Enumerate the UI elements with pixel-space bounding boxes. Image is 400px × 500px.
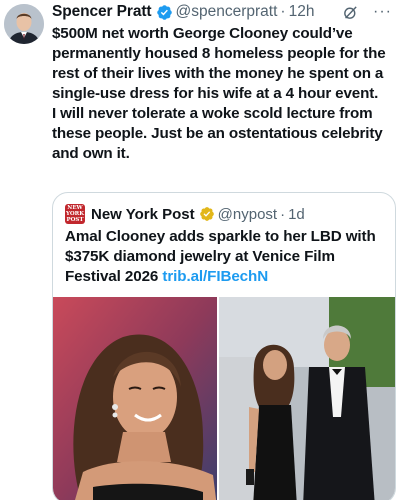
more-icon[interactable]: ···	[373, 4, 392, 20]
quoted-tweet-time[interactable]: 1d	[288, 206, 305, 223]
quoted-tweet-header: NEW YORK POST New York Post @nypost · 1d	[65, 203, 385, 225]
grok-icon[interactable]	[342, 4, 359, 21]
tweet-text-line: I will never tolerate a woke scold lectu…	[52, 105, 383, 162]
photo-portrait[interactable]	[53, 297, 217, 500]
tweet-text: $500M net worth George Clooney could’ve …	[52, 24, 396, 164]
separator-dot: ·	[280, 205, 286, 223]
separator-dot: ·	[280, 3, 286, 20]
quoted-tweet-text: Amal Clooney adds sparkle to her LBD wit…	[65, 227, 387, 287]
nypost-logo: NEW YORK POST	[65, 204, 85, 224]
tweet[interactable]: Spencer Pratt @spencerpratt · 12h ··· $5…	[0, 0, 400, 500]
quoted-author-handle[interactable]: @nypost	[218, 206, 277, 223]
article-link[interactable]: trib.al/FIBechN	[162, 268, 268, 285]
verified-badge-icon	[199, 207, 214, 221]
tweet-header: Spencer Pratt @spencerpratt · 12h ···	[52, 0, 392, 24]
tweet-text-line: $500M net worth George Clooney could’ve …	[52, 25, 386, 102]
media-gallery[interactable]	[53, 297, 395, 500]
quoted-author-name[interactable]: New York Post	[91, 206, 195, 223]
author-name[interactable]: Spencer Pratt	[52, 3, 152, 21]
author-avatar[interactable]	[4, 4, 44, 44]
tweet-time[interactable]: 12h	[289, 3, 315, 21]
author-handle[interactable]: @spencerpratt	[176, 3, 278, 21]
quoted-tweet[interactable]: NEW YORK POST New York Post @nypost · 1d…	[52, 192, 396, 500]
photo-couple[interactable]	[219, 297, 395, 500]
verified-badge-icon	[156, 4, 172, 20]
